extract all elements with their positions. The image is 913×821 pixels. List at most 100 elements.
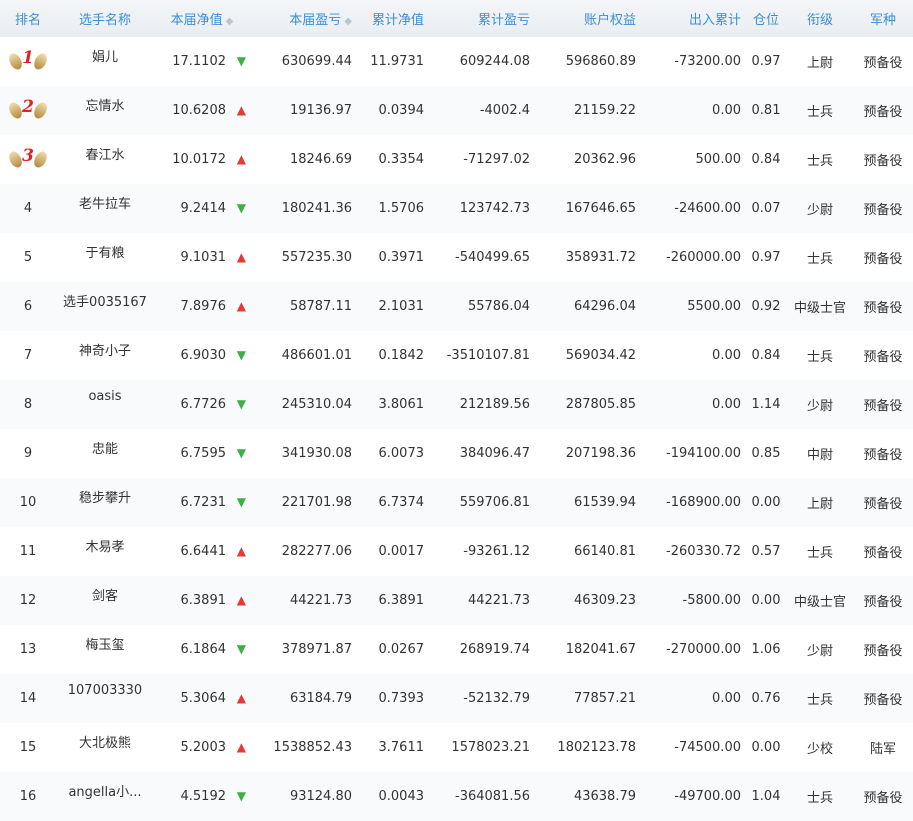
sort-icon[interactable]: ◆ xyxy=(226,16,234,27)
col-pnl-header[interactable]: 本届盈亏 ◆ xyxy=(250,0,356,37)
position-cell: 0.84 xyxy=(751,348,781,363)
nav-value: 7.8976 xyxy=(180,299,227,314)
inout-cell: -24600.00 xyxy=(674,201,741,216)
col-nav-header[interactable]: 本届净值 ◆ xyxy=(154,0,250,37)
sort-icon[interactable]: ◆ xyxy=(344,16,352,27)
arrow-down-icon: ▼ xyxy=(236,495,246,509)
arrow-up-icon: ▲ xyxy=(236,103,246,117)
table-row: 1 娟儿 17.1102 ▼ 630699.44 11.9731 609244.08 5968… xyxy=(0,37,913,86)
player-name[interactable]: 梅玉玺 xyxy=(56,625,154,674)
equity-cell: 20362.96 xyxy=(573,152,636,167)
cum-nav-cell: 6.7374 xyxy=(378,495,425,510)
pnl-cell: 486601.01 xyxy=(281,348,352,363)
arrow-down-icon: ▼ xyxy=(236,642,246,656)
col-branch-header: 军种 xyxy=(869,13,896,28)
table-row: 2 忘情水 10.6208 ▲ 19136.97 0.0394 -4002.4 21159.2… xyxy=(0,86,913,135)
col-nav-label: 本届净值 xyxy=(170,13,223,28)
nav-value: 5.3064 xyxy=(180,691,227,706)
cum-nav-cell: 3.8061 xyxy=(378,397,425,412)
rank-cell: 15 xyxy=(0,723,56,772)
inout-cell: -260330.72 xyxy=(666,544,741,559)
player-name[interactable]: 于有粮 xyxy=(56,233,154,282)
player-name[interactable]: 老牛拉车 xyxy=(56,184,154,233)
table-row: 7 神奇小子 6.9030 ▼ 486601.01 0.1842 -3510107.81 56… xyxy=(0,331,913,380)
equity-cell: 182041.67 xyxy=(565,642,636,657)
arrow-up-icon: ▲ xyxy=(236,544,246,558)
title-cell: 少尉 xyxy=(806,399,833,414)
position-cell: 1.06 xyxy=(751,642,781,657)
table-row: 3 春江水 10.0172 ▲ 18246.69 0.3354 -71297.02 20362… xyxy=(0,135,913,184)
cum-pnl-cell: -52132.79 xyxy=(463,691,530,706)
title-cell: 上尉 xyxy=(806,56,833,71)
player-name[interactable]: 大北极熊 xyxy=(56,723,154,772)
pnl-cell: 378971.87 xyxy=(281,642,352,657)
rank-number: 10 xyxy=(19,495,37,510)
nav-value: 6.3891 xyxy=(180,593,227,608)
position-cell: 0.00 xyxy=(751,740,781,755)
rank-cell: 3 xyxy=(0,135,56,184)
nav-cell: 9.2414 ▼ xyxy=(154,184,250,233)
nav-value: 4.5192 xyxy=(180,789,227,804)
rank-cell: 12 xyxy=(0,576,56,625)
player-name[interactable]: 春江水 xyxy=(56,135,154,184)
equity-cell: 1802123.78 xyxy=(557,740,636,755)
position-cell: 0.84 xyxy=(751,152,781,167)
nav-cell: 10.6208 ▲ xyxy=(154,86,250,135)
position-cell: 0.00 xyxy=(751,593,781,608)
player-name[interactable]: 忘情水 xyxy=(56,86,154,135)
position-cell: 0.76 xyxy=(751,691,781,706)
medal-icon: 1 xyxy=(6,48,50,72)
cum-pnl-cell: -93261.12 xyxy=(463,544,530,559)
col-cum-nav-header: 累计净值 xyxy=(371,13,424,28)
inout-cell: -194100.00 xyxy=(666,446,741,461)
branch-cell: 预备役 xyxy=(863,203,903,218)
table-row: 5 于有粮 9.1031 ▲ 557235.30 0.3971 -540499.65 3589… xyxy=(0,233,913,282)
branch-cell: 预备役 xyxy=(863,350,903,365)
player-name[interactable]: 选手0035167 xyxy=(56,282,154,331)
cum-pnl-cell: -4002.4 xyxy=(479,103,530,118)
player-name[interactable]: 剑客 xyxy=(56,576,154,625)
player-name[interactable]: oasis xyxy=(56,380,154,429)
cum-nav-cell: 0.3971 xyxy=(378,250,425,265)
cum-pnl-cell: -3510107.81 xyxy=(446,348,530,363)
table-row: 10 稳步攀升 6.7231 ▼ 221701.98 6.7374 559706.81 615… xyxy=(0,478,913,527)
rank-cell: 13 xyxy=(0,625,56,674)
pnl-cell: 19136.97 xyxy=(289,103,352,118)
player-name[interactable]: 木易孝 xyxy=(56,527,154,576)
table-row: 15 大北极熊 5.2003 ▲ 1538852.43 3.7611 1578023.21 1… xyxy=(0,723,913,772)
position-cell: 0.97 xyxy=(751,54,781,69)
player-name[interactable]: 稳步攀升 xyxy=(56,478,154,527)
player-name[interactable]: 忠能 xyxy=(56,429,154,478)
branch-cell: 预备役 xyxy=(863,252,903,267)
rank-number: 12 xyxy=(19,593,37,608)
player-name[interactable]: 神奇小子 xyxy=(56,331,154,380)
table-row: 11 木易孝 6.6441 ▲ 282277.06 0.0017 -93261.12 6614… xyxy=(0,527,913,576)
nav-value: 6.1864 xyxy=(180,642,227,657)
rank-number: 3 xyxy=(22,145,34,166)
cum-nav-cell: 6.0073 xyxy=(378,446,425,461)
rank-cell: 8 xyxy=(0,380,56,429)
table-header: 排名 选手名称 本届净值 ◆ 本届盈亏 ◆ 累计净值 累计盈亏 账户权益 出入累计 … xyxy=(0,0,913,37)
cum-pnl-cell: 384096.47 xyxy=(459,446,530,461)
arrow-down-icon: ▼ xyxy=(236,348,246,362)
position-cell: 0.81 xyxy=(751,103,781,118)
branch-cell: 预备役 xyxy=(863,546,903,561)
nav-value: 6.9030 xyxy=(180,348,227,363)
nav-value: 5.2003 xyxy=(180,740,227,755)
cum-nav-cell: 2.1031 xyxy=(378,299,425,314)
branch-cell: 陆军 xyxy=(869,742,896,757)
cum-pnl-cell: -540499.65 xyxy=(455,250,530,265)
player-name[interactable]: 娟儿 xyxy=(56,37,154,86)
table-row: 13 梅玉玺 6.1864 ▼ 378971.87 0.0267 268919.74 1820… xyxy=(0,625,913,674)
rank-cell: 7 xyxy=(0,331,56,380)
player-name[interactable]: 107003330 xyxy=(56,674,154,723)
medal-icon: 3 xyxy=(6,145,50,170)
nav-cell: 6.7726 ▼ xyxy=(154,380,250,429)
rank-number: 2 xyxy=(22,96,34,117)
nav-cell: 17.1102 ▼ xyxy=(154,37,250,86)
cum-pnl-cell: 44221.73 xyxy=(467,593,530,608)
cum-nav-cell: 0.1842 xyxy=(378,348,425,363)
pnl-cell: 630699.44 xyxy=(281,54,352,69)
title-cell: 少尉 xyxy=(806,203,833,218)
table-row: 4 老牛拉车 9.2414 ▼ 180241.36 1.5706 123742.73 1676… xyxy=(0,184,913,233)
